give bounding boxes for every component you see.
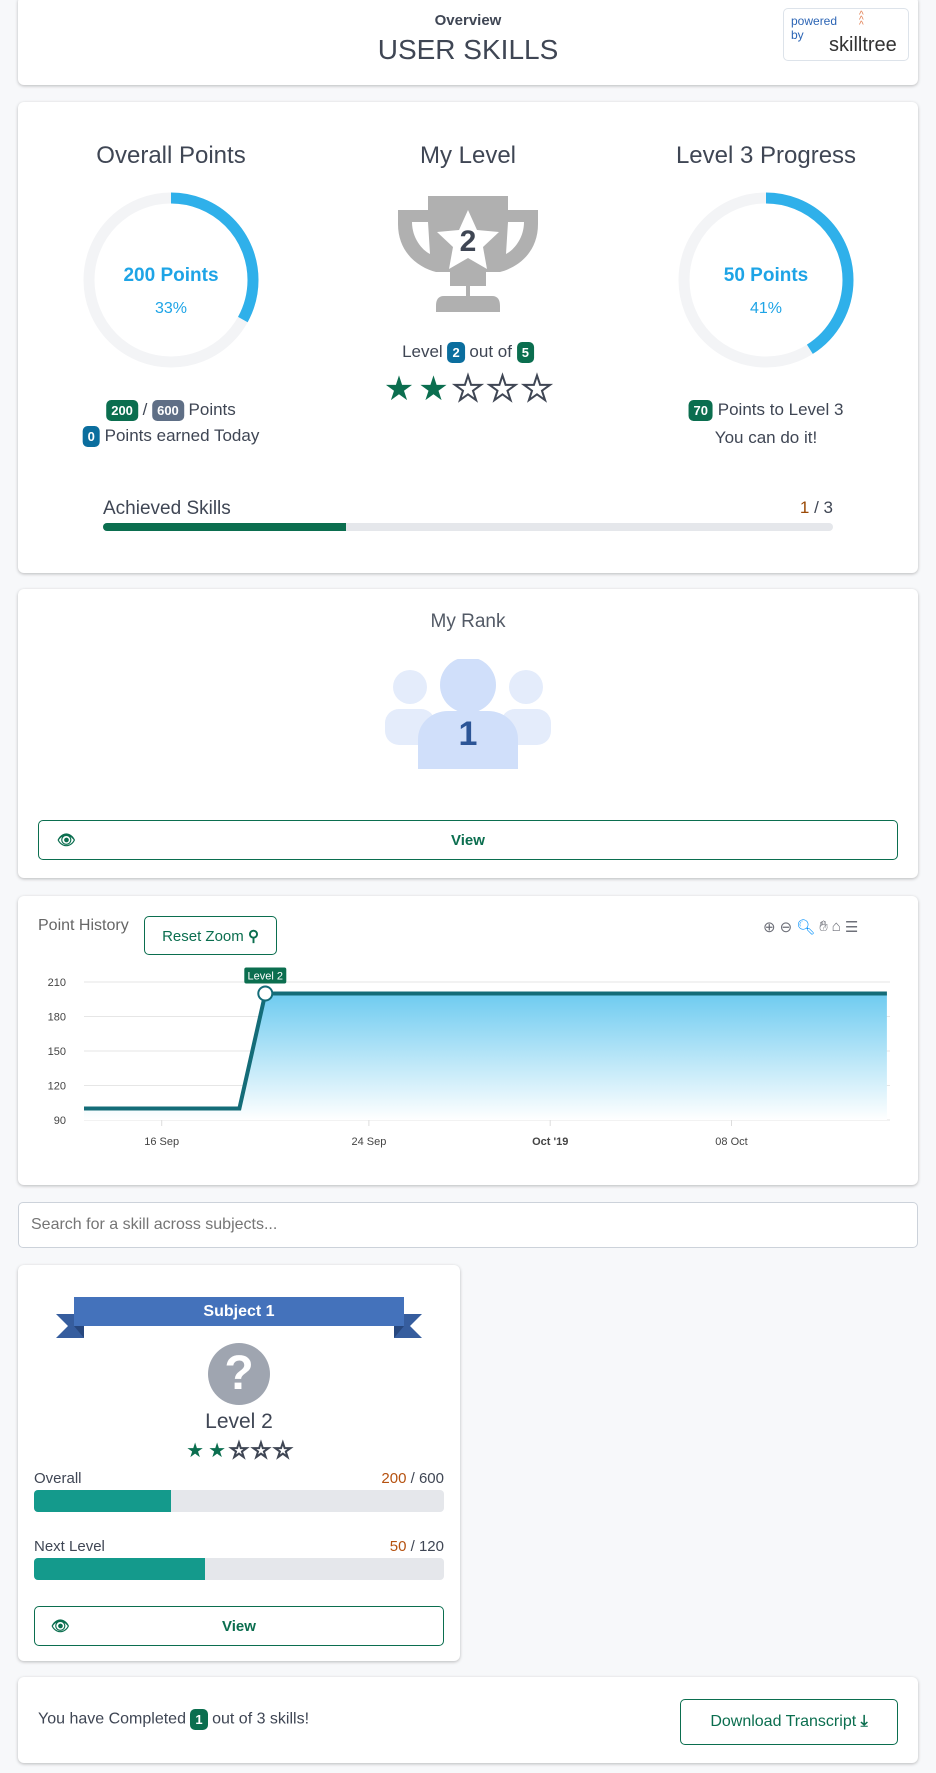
points-to-next-level: 70 Points to Level 3	[688, 400, 843, 422]
star-filled-icon: ★	[383, 370, 415, 408]
completion-footer: You have Completed 1 out of 3 skills! Do…	[18, 1677, 918, 1763]
subject-card[interactable]: Subject 1 ? Level 2 ★ ★ ★ ★ ★ Overall 200 / …	[18, 1265, 460, 1661]
overall-points-title: Overall Points	[96, 142, 246, 169]
encouragement-text: You can do it!	[714, 428, 818, 447]
subject-stars: ★ ★ ★ ★ ★	[184, 1440, 294, 1462]
next-level-progress-bar	[34, 1558, 444, 1580]
level-progress-title: Level 3 Progress	[675, 142, 857, 169]
y-tick-label: 180	[48, 1012, 66, 1024]
total-badge: 600	[152, 400, 184, 422]
y-tick-label: 90	[54, 1115, 66, 1127]
today-badge: 0	[82, 426, 100, 448]
point-history-chart[interactable]: 210 180 150 120 90 16 Sep 24 Sep Oct '19 08 Oct L…	[18, 896, 918, 1185]
y-tick-label: 210	[48, 977, 66, 989]
stats-card: Overall Points 200 Points 33% 200 / 600 …	[18, 102, 918, 573]
view-subject-button[interactable]: 👁 View	[34, 1606, 444, 1646]
earned-badge: 200	[106, 400, 138, 422]
area-fill	[84, 993, 887, 1120]
x-tick-label: Oct '19	[532, 1136, 568, 1148]
my-rank-title: My Rank	[430, 611, 506, 632]
overall-count: 200 / 600	[381, 1470, 444, 1487]
star-empty-icon: ★	[229, 1440, 249, 1462]
eye-icon: 👁	[57, 832, 77, 849]
skilltree-logo[interactable]: powered by ^ ^ ^ skilltree	[783, 8, 909, 61]
point-history-card: Point History Reset Zoom ⚲ ⊕ ⊖ 🔍︎ ✋︎ ⌂ ☰ 210 1…	[18, 896, 918, 1185]
next-level-label: Next Level	[34, 1538, 105, 1555]
question-mark-icon: ?	[208, 1343, 270, 1405]
completed-count-badge: 1	[190, 1709, 208, 1730]
completion-text: You have Completed 1 out of 3 skills!	[38, 1709, 309, 1730]
level-text: Level 2 out of 5	[402, 342, 534, 364]
overall-progress-bar	[34, 1490, 444, 1512]
achieved-skills-label: Achieved Skills	[103, 498, 231, 519]
level-stars: ★ ★ ★ ★ ★	[382, 370, 554, 408]
rank-value: 1	[458, 715, 478, 753]
header-card: Overview USER SKILLS powered by ^ ^ ^ skil…	[18, 0, 918, 85]
achieved-skills-count: 1 / 3	[799, 498, 833, 517]
star-filled-icon: ★	[208, 1440, 227, 1462]
view-rank-button[interactable]: 👁 View	[38, 820, 898, 860]
y-tick-label: 150	[48, 1046, 66, 1058]
overall-label: Overall	[34, 1470, 82, 1487]
overall-points-percent: 33%	[154, 300, 188, 317]
rank-card: My Rank 1 👁 View	[18, 589, 918, 878]
star-empty-icon: ★	[521, 370, 554, 408]
star-empty-icon: ★	[486, 370, 519, 408]
my-level-title: My Level	[419, 142, 517, 169]
star-empty-icon: ★	[452, 370, 485, 408]
skilltree-logo-mark: ^ ^ ^	[859, 10, 864, 31]
points-today: 0 Points earned Today	[82, 426, 259, 448]
max-level-badge: 5	[516, 342, 534, 364]
download-icon: ⤓	[860, 1713, 868, 1730]
trophy-icon: 2	[398, 196, 538, 312]
star-empty-icon: ★	[251, 1440, 271, 1462]
x-tick-label: 24 Sep	[351, 1136, 386, 1148]
eye-icon: 👁	[51, 1618, 71, 1635]
annotation-point	[257, 985, 274, 1002]
achieved-skills-bar	[103, 523, 833, 531]
x-tick-label: 08 Oct	[715, 1136, 747, 1148]
skill-search-input[interactable]	[18, 1202, 918, 1248]
y-tick-label: 120	[48, 1081, 66, 1093]
overall-points-value: 200 Points	[123, 265, 219, 286]
remaining-badge: 70	[688, 400, 714, 422]
current-level-badge: 2	[447, 342, 465, 364]
subject-name: Subject 1	[203, 1303, 275, 1320]
trophy-level-number: 2	[460, 225, 477, 258]
x-tick-label: 16 Sep	[144, 1136, 179, 1148]
overall-points-summary: 200 / 600 Points	[106, 400, 236, 422]
level-progress-percent: 41%	[749, 300, 783, 317]
next-level-count: 50 / 120	[389, 1538, 444, 1555]
download-transcript-button[interactable]: Download Transcript ⤓	[680, 1699, 898, 1745]
level-progress-value: 50 Points	[723, 265, 809, 286]
page-subtitle: Overview	[434, 12, 502, 29]
subject-level: Level 2	[205, 1410, 273, 1433]
star-filled-icon: ★	[186, 1440, 205, 1462]
star-empty-icon: ★	[273, 1440, 293, 1462]
page-title: USER SKILLS	[377, 34, 559, 65]
star-filled-icon: ★	[418, 370, 449, 408]
annotation-label: Level 2	[248, 971, 283, 983]
